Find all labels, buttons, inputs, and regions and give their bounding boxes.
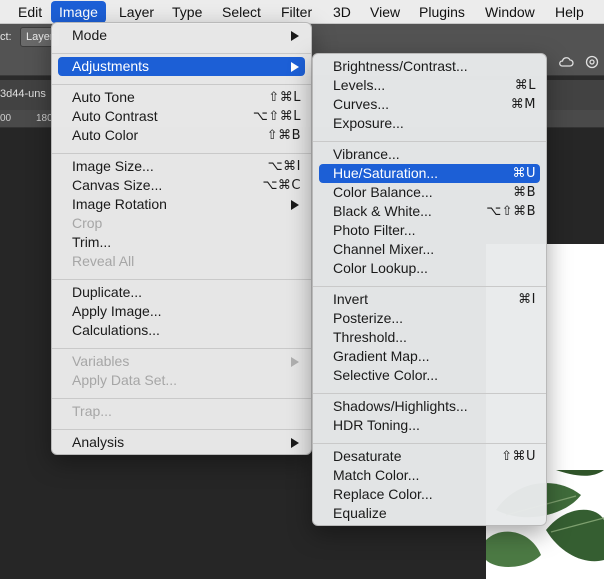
menu-separator (52, 398, 311, 399)
menu-item-canvas-size[interactable]: Canvas Size... ⌥⌘C (58, 176, 305, 195)
menu-item-variables: Variables (58, 352, 305, 371)
submenu-arrow-icon (291, 438, 299, 448)
menu-item-trim[interactable]: Trim... (58, 233, 305, 252)
menu-layer[interactable]: Layer (119, 0, 154, 24)
menu-help[interactable]: Help (555, 0, 584, 24)
menu-item-levels[interactable]: Levels... ⌘L (319, 76, 540, 95)
menu-select[interactable]: Select (222, 0, 261, 24)
menu-item-mode[interactable]: Mode (58, 26, 305, 45)
menu-item-gradient-map[interactable]: Gradient Map... (319, 347, 540, 366)
menu-item-crop: Crop (72, 215, 103, 231)
menu-item-duplicate[interactable]: Duplicate... (58, 283, 305, 302)
menu-separator (52, 348, 311, 349)
menu-bar: Edit Image Layer Type Select Filter 3D V… (0, 0, 604, 24)
menu-item-threshold[interactable]: Threshold... (319, 328, 540, 347)
menu-item-curves[interactable]: Curves... ⌘M (319, 95, 540, 114)
menu-item-replace-color[interactable]: Replace Color... (319, 485, 540, 504)
menu-filter[interactable]: Filter (281, 0, 312, 24)
document-tab[interactable]: 3d44-uns (0, 88, 46, 100)
menu-view[interactable]: View (370, 0, 400, 24)
menu-separator (313, 443, 546, 444)
menu-item-trap: Trap... (72, 403, 112, 419)
menu-item-auto-color[interactable]: Auto Color ⇧⌘B (58, 126, 305, 145)
menu-separator (52, 84, 311, 85)
gear-icon[interactable] (584, 54, 600, 70)
menu-item-channel-mixer[interactable]: Channel Mixer... (319, 240, 540, 259)
cloud-icon[interactable] (558, 54, 574, 70)
menu-item-shadows-highlights[interactable]: Shadows/Highlights... (319, 397, 540, 416)
menu-item-apply-data-set: Apply Data Set... (72, 372, 178, 388)
menu-item-vibrance[interactable]: Vibrance... (319, 145, 540, 164)
options-label: ct: (0, 31, 12, 43)
menu-separator (313, 141, 546, 142)
menu-separator (52, 279, 311, 280)
menu-type[interactable]: Type (172, 0, 202, 24)
menu-item-brightness-contrast[interactable]: Brightness/Contrast... (319, 57, 540, 76)
menu-item-reveal-all: Reveal All (72, 253, 135, 269)
menu-item-desaturate[interactable]: Desaturate ⇧⌘U (319, 447, 540, 466)
menu-item-adjustments[interactable]: Adjustments (58, 57, 305, 76)
menu-item-calculations[interactable]: Calculations... (58, 321, 305, 340)
adjustments-submenu: Brightness/Contrast... Levels... ⌘L Curve… (312, 53, 547, 526)
menu-item-invert[interactable]: Invert ⌘I (319, 290, 540, 309)
menu-item-hue-saturation[interactable]: Hue/Saturation... ⌘U (319, 164, 540, 183)
menu-item-equalize[interactable]: Equalize (319, 504, 540, 523)
menu-plugins[interactable]: Plugins (419, 0, 465, 24)
menu-3d[interactable]: 3D (333, 0, 351, 24)
menu-item-black-white[interactable]: Black & White... ⌥⇧⌘B (319, 202, 540, 221)
menu-item-image-size[interactable]: Image Size... ⌥⌘I (58, 157, 305, 176)
menu-separator (313, 286, 546, 287)
menu-item-color-lookup[interactable]: Color Lookup... (319, 259, 540, 278)
menu-item-analysis[interactable]: Analysis (58, 433, 305, 452)
menu-item-match-color[interactable]: Match Color... (319, 466, 540, 485)
submenu-arrow-icon (291, 31, 299, 41)
submenu-arrow-icon (291, 200, 299, 210)
menu-separator (52, 429, 311, 430)
menu-item-exposure[interactable]: Exposure... (319, 114, 540, 133)
menu-separator (52, 53, 311, 54)
menu-separator (52, 153, 311, 154)
image-menu: Mode Adjustments Auto Tone ⇧⌘L Auto Contr… (51, 22, 312, 455)
menu-edit[interactable]: Edit (18, 0, 42, 24)
menu-item-posterize[interactable]: Posterize... (319, 309, 540, 328)
menu-window[interactable]: Window (485, 0, 535, 24)
ruler-label: 00 (0, 113, 12, 124)
submenu-arrow-icon (291, 357, 299, 367)
menu-item-photo-filter[interactable]: Photo Filter... (319, 221, 540, 240)
menu-image[interactable]: Image (51, 1, 106, 23)
menu-item-auto-tone[interactable]: Auto Tone ⇧⌘L (58, 88, 305, 107)
menu-item-selective-color[interactable]: Selective Color... (319, 366, 540, 385)
menu-item-image-rotation[interactable]: Image Rotation (58, 195, 305, 214)
menu-item-apply-image[interactable]: Apply Image... (58, 302, 305, 321)
menu-item-hdr-toning[interactable]: HDR Toning... (319, 416, 540, 435)
submenu-arrow-icon (291, 62, 299, 72)
menu-separator (313, 393, 546, 394)
menu-item-auto-contrast[interactable]: Auto Contrast ⌥⇧⌘L (58, 107, 305, 126)
menu-item-color-balance[interactable]: Color Balance... ⌘B (319, 183, 540, 202)
